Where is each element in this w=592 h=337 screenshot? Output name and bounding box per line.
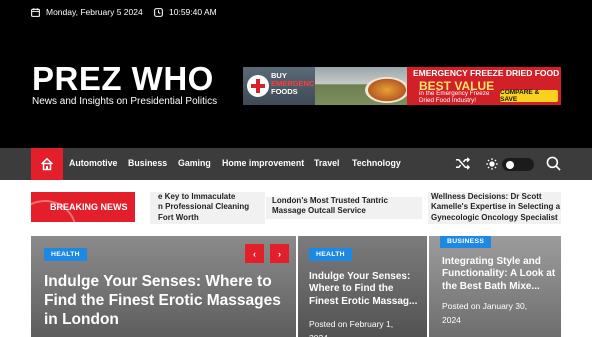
main-content: BREAKING NEWS e Key to Immaculate n Prof… bbox=[0, 180, 592, 337]
date-display: Monday, February 5 2024 bbox=[31, 7, 143, 17]
nav-item-automotive[interactable]: Automotive bbox=[69, 158, 117, 168]
search-icon[interactable] bbox=[546, 156, 561, 171]
site-tagline: News and Insights on Presidential Politi… bbox=[32, 96, 218, 107]
ad-headline: EMERGENCY FREEZE DRIED FOOD bbox=[413, 68, 560, 78]
nav-item-home-improvement[interactable]: Home improvement bbox=[222, 158, 304, 168]
ad-brand: BUY EMERGENCY FOODS bbox=[271, 71, 320, 96]
nav-item-technology[interactable]: Technology bbox=[352, 158, 401, 168]
ticker-item[interactable]: Wellness Decisions: Dr Scott Kamelle's E… bbox=[431, 192, 571, 223]
advertisement-banner[interactable]: BUY EMERGENCY FOODS EMERGENCY FREEZE DRI… bbox=[243, 67, 561, 105]
category-tag[interactable]: HEALTH bbox=[309, 248, 352, 261]
post-card[interactable]: BUSINESS Integrating Style and Functiona… bbox=[429, 236, 561, 337]
site-title[interactable]: PREZ WHO bbox=[32, 62, 214, 95]
date-text: Monday, February 5 2024 bbox=[46, 7, 143, 17]
category-tag[interactable]: HEALTH bbox=[44, 248, 87, 261]
post-title[interactable]: Indulge Your Senses: Where to Find the F… bbox=[44, 272, 289, 330]
nav-item-gaming[interactable]: Gaming bbox=[178, 158, 211, 168]
clock-icon bbox=[154, 7, 163, 17]
ad-subtext: in the Emergency Freeze Dried Food Indus… bbox=[419, 90, 490, 104]
ticker-item[interactable]: London's Most Trusted Tantric Massage Ou… bbox=[272, 196, 422, 217]
main-nav: Automotive Business Gaming Home improvem… bbox=[0, 148, 592, 180]
shuffle-icon[interactable] bbox=[455, 156, 470, 171]
post-title[interactable]: Indulge Your Senses: Where to Find the F… bbox=[309, 271, 421, 308]
post-date: Posted on February 1, 2024 bbox=[309, 319, 394, 337]
post-title[interactable]: Integrating Style and Functionality: A L… bbox=[442, 256, 556, 293]
ad-cta-button[interactable]: COMPARE & SAVE bbox=[500, 89, 558, 103]
post-date: Posted on January 30, 2024 bbox=[442, 301, 528, 325]
ad-food-image bbox=[365, 77, 409, 103]
breaking-news-label: BREAKING NEWS bbox=[31, 192, 135, 222]
post-card[interactable]: HEALTH Indulge Your Senses: Where to Fin… bbox=[298, 236, 427, 337]
category-tag[interactable]: BUSINESS bbox=[440, 236, 492, 248]
ticker-item[interactable]: e Key to Immaculate n Professional Clean… bbox=[158, 192, 268, 223]
sun-icon[interactable] bbox=[486, 158, 498, 170]
medical-cross-icon bbox=[247, 75, 269, 97]
slider-prev-button[interactable]: ‹ bbox=[245, 244, 264, 263]
time-text: 10:59:40 AM bbox=[169, 7, 217, 17]
top-bar: Monday, February 5 2024 10:59:40 AM bbox=[0, 0, 592, 26]
time-display: 10:59:40 AM bbox=[154, 7, 217, 17]
calendar-icon bbox=[31, 7, 40, 17]
nav-item-travel[interactable]: Travel bbox=[314, 158, 339, 168]
dark-mode-toggle[interactable] bbox=[502, 158, 534, 171]
nav-item-business[interactable]: Business bbox=[128, 158, 167, 168]
slider-next-button[interactable]: › bbox=[270, 244, 289, 263]
home-icon bbox=[40, 157, 54, 171]
home-button[interactable] bbox=[31, 148, 63, 180]
